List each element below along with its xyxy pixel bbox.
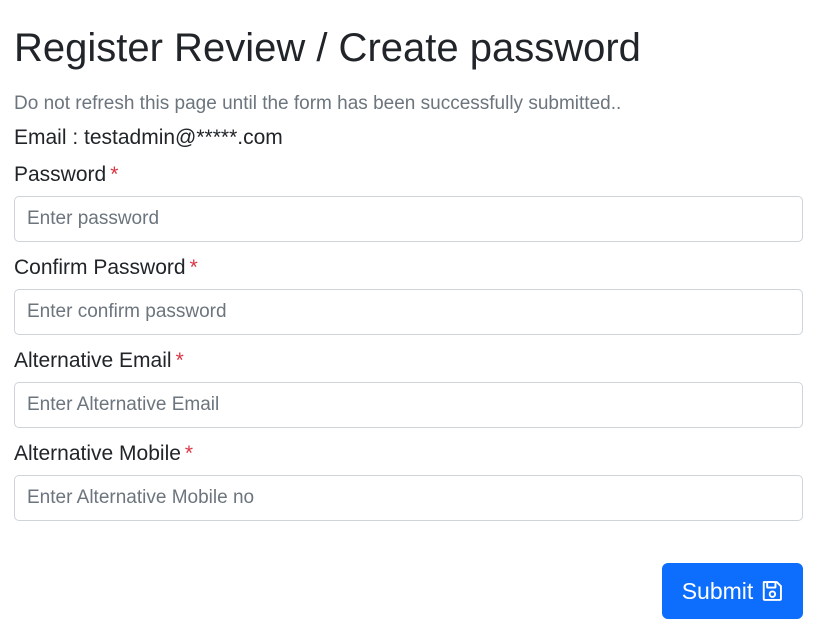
submit-button-label: Submit [681,577,754,604]
confirm-password-label: Confirm Password * [14,255,198,281]
password-label-text: Password [14,163,107,186]
required-marker: * [110,163,119,186]
page-title: Register Review / Create password [14,26,641,70]
email-display: Email : testadmin@*****.com [14,126,283,149]
register-review-page: Register Review / Create password Do not… [0,0,822,640]
required-marker: * [189,256,198,279]
confirm-password-label-text: Confirm Password [14,256,186,279]
submit-button[interactable]: Submit [662,563,803,619]
alternative-email-input[interactable] [14,382,803,428]
required-marker: * [184,442,194,465]
alternative-mobile-label-text: Alternative Mobile [14,442,181,465]
refresh-warning-text: Do not refresh this page until the form … [14,93,622,114]
alternative-email-label-text: Alternative Email [14,349,172,372]
required-marker: * [175,349,184,372]
alternative-email-label: Alternative Email * [14,348,184,374]
confirm-password-input[interactable] [14,289,803,335]
alternative-mobile-label: Alternative Mobile * [14,441,193,467]
password-label: Password * [14,162,118,188]
floppy-disk-icon [761,580,783,602]
alternative-mobile-input[interactable] [14,475,803,521]
password-input[interactable] [14,196,803,242]
